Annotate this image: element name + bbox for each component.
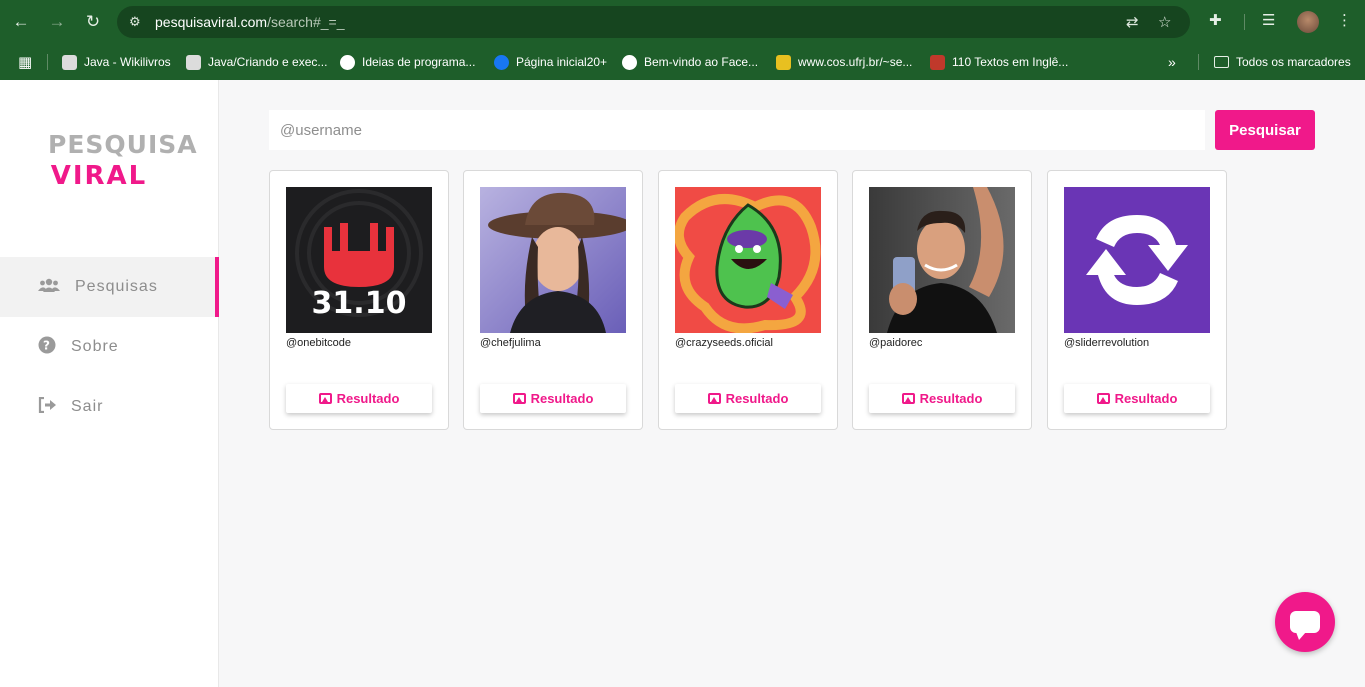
star-icon[interactable]: ☆ bbox=[1158, 13, 1171, 31]
resultado-button[interactable]: Resultado bbox=[286, 384, 432, 413]
resultado-label: Resultado bbox=[919, 391, 983, 406]
menu-dots-icon[interactable]: ⋮ bbox=[1337, 11, 1352, 29]
toolbar-divider bbox=[1244, 14, 1245, 30]
site-icon bbox=[340, 54, 355, 70]
globe-icon bbox=[622, 54, 637, 70]
bookmark-label: Bem-vindo ao Face... bbox=[644, 55, 759, 69]
bookmark-item[interactable]: 110 Textos em Inglê... bbox=[930, 53, 1068, 71]
card-username: @chefjulima bbox=[480, 337, 541, 349]
card-username: @paidorec bbox=[869, 337, 923, 349]
images-icon bbox=[901, 393, 915, 404]
profile-avatar[interactable] bbox=[1297, 11, 1319, 33]
profile-card: @paidorec Resultado bbox=[852, 170, 1032, 430]
all-bookmarks-label: Todos os marcadores bbox=[1236, 55, 1351, 69]
profile-card: 31.10 @onebitcode Resultado bbox=[269, 170, 449, 430]
bookmark-label: Página inicial20+ bbox=[516, 55, 608, 69]
wikibooks-icon bbox=[62, 54, 77, 70]
logo[interactable]: PESQUISA VIRAL bbox=[48, 130, 198, 192]
all-bookmarks-folder[interactable]: Todos os marcadores bbox=[1214, 53, 1351, 71]
back-icon[interactable]: ← bbox=[9, 10, 33, 34]
bookmark-item[interactable]: Java - Wikilivros bbox=[62, 53, 171, 71]
site-icon bbox=[776, 54, 791, 70]
resultado-label: Resultado bbox=[1114, 391, 1178, 406]
image-caption: 31.10 bbox=[312, 286, 407, 321]
logo-line-2: VIRAL bbox=[50, 161, 148, 191]
sidebar-item-sobre[interactable]: ? Sobre bbox=[0, 317, 219, 377]
address-bar[interactable]: ⚙ pesquisaviral.com/search#_=_ ⇄ ☆ bbox=[117, 6, 1190, 38]
profile-image[interactable] bbox=[675, 187, 821, 333]
card-username: @sliderrevolution bbox=[1064, 337, 1150, 349]
chat-button[interactable] bbox=[1275, 592, 1335, 652]
users-icon bbox=[38, 278, 60, 296]
resultado-button[interactable]: Resultado bbox=[675, 384, 821, 413]
pesquisar-button[interactable]: Pesquisar bbox=[1215, 110, 1315, 150]
bookmarks-overflow-icon[interactable]: » bbox=[1168, 53, 1176, 71]
folder-icon bbox=[1214, 56, 1229, 68]
logo-line-1: PESQUISA bbox=[48, 130, 198, 159]
chat-icon bbox=[1290, 611, 1320, 640]
svg-text:?: ? bbox=[43, 339, 51, 353]
profile-image[interactable] bbox=[1064, 187, 1210, 333]
url-path: /search#_=_ bbox=[267, 14, 345, 30]
bookmarks-bar: ▦ Java - Wikilivros Java/Criando e exec.… bbox=[0, 44, 1365, 80]
bookmarks-divider bbox=[47, 54, 48, 70]
bookmark-item[interactable]: Java/Criando e exec... bbox=[186, 53, 327, 71]
card-username: @crazyseeds.oficial bbox=[675, 337, 773, 349]
resultado-label: Resultado bbox=[725, 391, 789, 406]
sign-out-icon bbox=[36, 396, 58, 417]
bookmark-label: www.cos.ufrj.br/~se... bbox=[798, 55, 913, 69]
question-circle-icon: ? bbox=[36, 336, 58, 358]
profile-card: @chefjulima Resultado bbox=[463, 170, 643, 430]
sidebar: PESQUISA VIRAL Pesquisas ? Sobre Sair bbox=[0, 80, 219, 687]
profile-image[interactable] bbox=[480, 187, 626, 333]
translate-icon[interactable]: ⇄ bbox=[1126, 13, 1139, 31]
bookmark-label: Java - Wikilivros bbox=[84, 55, 171, 69]
profile-card: @sliderrevolution Resultado bbox=[1047, 170, 1227, 430]
bookmark-label: Ideias de programa... bbox=[362, 55, 476, 69]
profile-image[interactable] bbox=[869, 187, 1015, 333]
browser-toolbar: ← → ↻ ⚙ pesquisaviral.com/search#_=_ ⇄ ☆… bbox=[0, 0, 1365, 44]
sidebar-item-pesquisas[interactable]: Pesquisas bbox=[0, 257, 219, 317]
extensions-icon[interactable]: ✚ bbox=[1209, 11, 1222, 29]
media-queue-icon[interactable]: ☰ bbox=[1262, 11, 1275, 29]
username-search-input[interactable] bbox=[269, 110, 1205, 150]
resultado-button[interactable]: Resultado bbox=[480, 384, 626, 413]
card-username: @onebitcode bbox=[286, 337, 351, 349]
wikibooks-icon bbox=[186, 54, 201, 70]
sidebar-item-label: Sobre bbox=[71, 338, 119, 355]
bookmarks-divider bbox=[1198, 54, 1199, 70]
sidebar-item-sair[interactable]: Sair bbox=[0, 377, 219, 437]
sidebar-item-label: Sair bbox=[71, 398, 104, 415]
resultado-label: Resultado bbox=[530, 391, 594, 406]
site-icon bbox=[930, 54, 945, 70]
bookmark-item[interactable]: Página inicial20+ bbox=[494, 53, 607, 71]
apps-grid-icon[interactable]: ▦ bbox=[18, 53, 32, 71]
url-host: pesquisaviral.com bbox=[155, 14, 268, 30]
resultado-button[interactable]: Resultado bbox=[869, 384, 1015, 413]
profile-image[interactable]: 31.10 bbox=[286, 187, 432, 333]
bookmark-item[interactable]: Ideias de programa... bbox=[340, 53, 475, 71]
reload-icon[interactable]: ↻ bbox=[81, 10, 105, 34]
images-icon bbox=[1096, 393, 1110, 404]
images-icon bbox=[318, 393, 332, 404]
resultado-button[interactable]: Resultado bbox=[1064, 384, 1210, 413]
bookmark-item[interactable]: www.cos.ufrj.br/~se... bbox=[776, 53, 912, 71]
images-icon bbox=[512, 393, 526, 404]
images-icon bbox=[707, 393, 721, 404]
bookmark-item[interactable]: Bem-vindo ao Face... bbox=[622, 53, 758, 71]
bookmark-label: 110 Textos em Inglê... bbox=[952, 55, 1069, 69]
sidebar-item-label: Pesquisas bbox=[75, 278, 158, 295]
forward-icon[interactable]: → bbox=[45, 10, 69, 34]
facebook-icon bbox=[494, 54, 509, 70]
url-text[interactable]: pesquisaviral.com/search#_=_ bbox=[155, 14, 345, 30]
profile-card: @crazyseeds.oficial Resultado bbox=[658, 170, 838, 430]
bookmark-label: Java/Criando e exec... bbox=[208, 55, 328, 69]
resultado-label: Resultado bbox=[336, 391, 400, 406]
site-info-icon[interactable]: ⚙ bbox=[129, 14, 145, 30]
